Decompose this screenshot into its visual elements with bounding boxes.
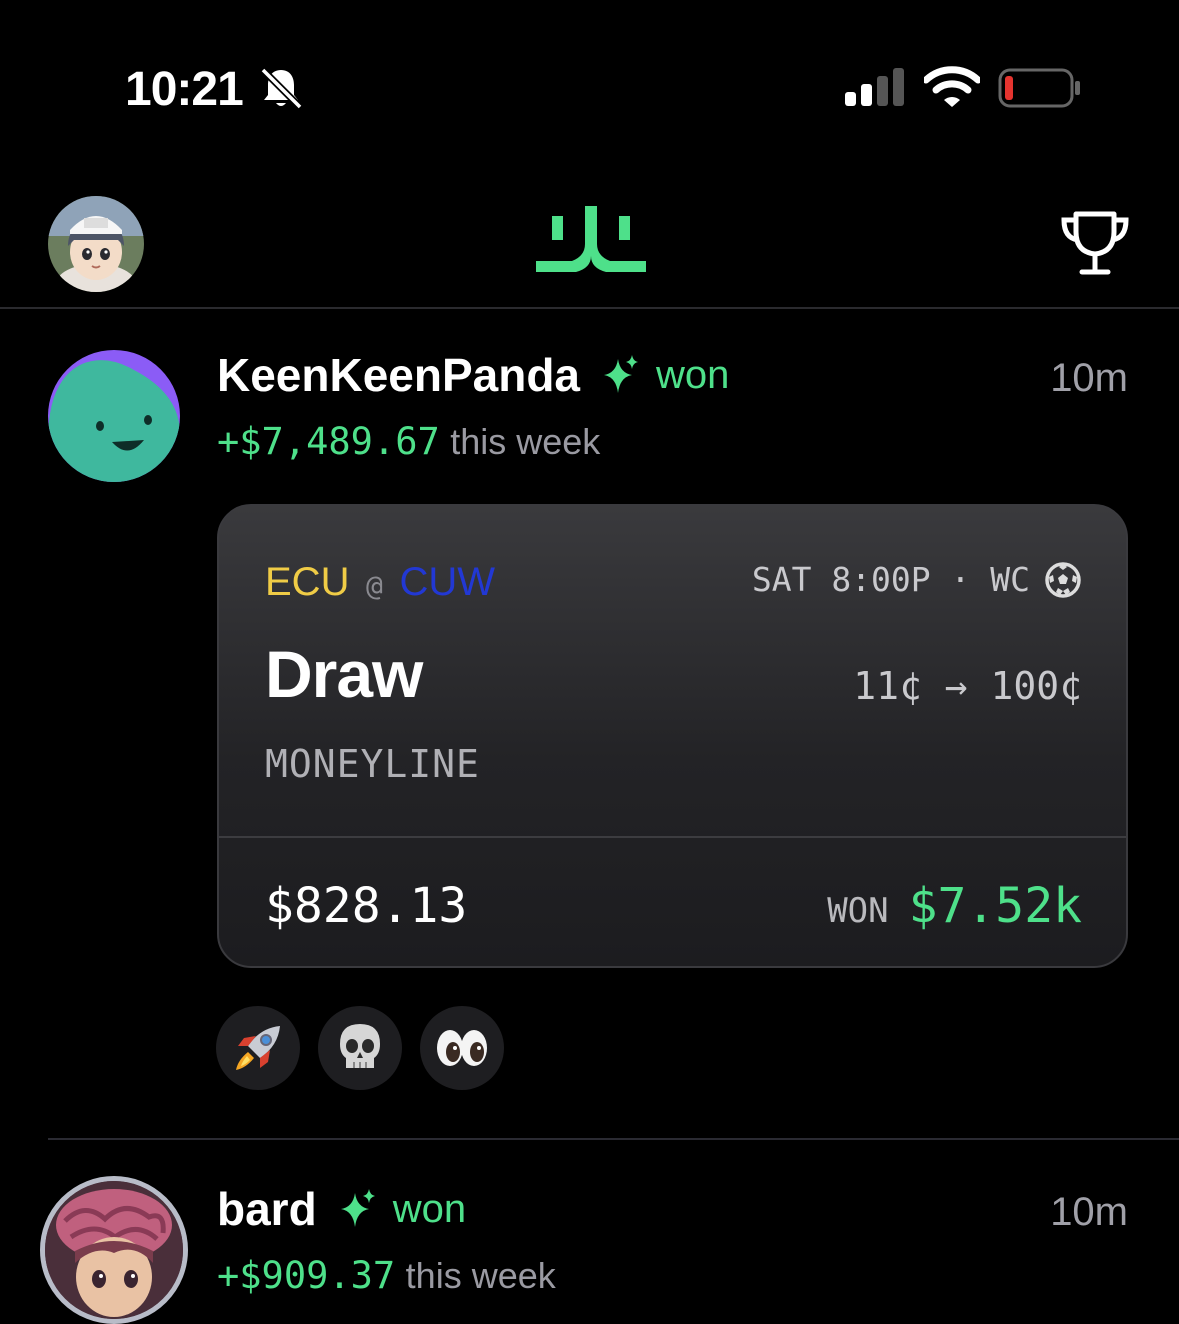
sparkle-icon (598, 353, 642, 397)
app-logo-icon[interactable] (536, 206, 646, 281)
bet-market: MONEYLINE (265, 742, 480, 786)
won-label: won (392, 1186, 467, 1231)
header-divider (0, 307, 1179, 309)
reaction-eyes[interactable] (420, 1006, 504, 1090)
pnl-amount: +$7,489.67 (217, 420, 440, 463)
time-ago: 10m (1050, 1190, 1128, 1234)
weekly-pnl: +$909.37 this week (217, 1254, 556, 1297)
schedule-text: SAT 8:00P · WC (751, 560, 1030, 599)
pnl-suffix: this week (450, 421, 601, 462)
soccer-ball-icon (1044, 561, 1082, 599)
sparkle-icon (335, 1187, 379, 1231)
game-schedule: SAT 8:00P · WC (752, 560, 1082, 599)
reaction-bar (216, 1006, 504, 1090)
reaction-skull[interactable] (318, 1006, 402, 1090)
bet-card[interactable]: ECU @ CUW SAT 8:00P · WC Draw 11¢ → 100¢… (217, 504, 1128, 968)
user-avatar[interactable] (40, 1176, 188, 1324)
feed-item-header: bard won (217, 1182, 466, 1236)
weekly-pnl: +$7,489.67 this week (217, 420, 600, 463)
result-label: WON (827, 891, 889, 931)
card-divider (219, 836, 1126, 838)
user-avatar[interactable] (48, 350, 180, 482)
bet-stake: $828.13 (265, 878, 468, 934)
matchup: ECU @ CUW (265, 560, 495, 605)
battery-low-icon (998, 68, 1084, 113)
username[interactable]: KeenKeenPanda (217, 348, 580, 402)
pnl-suffix: this week (405, 1255, 556, 1296)
feed-divider (48, 1138, 1179, 1140)
away-team: ECU (265, 560, 350, 604)
profile-avatar[interactable] (48, 196, 144, 292)
price-change: 11¢ → 100¢ (853, 664, 1082, 708)
bet-pick: Draw (265, 637, 423, 711)
trophy-icon[interactable] (1060, 210, 1130, 283)
cellular-signal-icon (845, 68, 905, 111)
bell-slash-icon (258, 65, 304, 116)
at-sign: @ (366, 569, 383, 602)
home-team: CUW (399, 560, 495, 604)
time-ago: 10m (1050, 356, 1128, 400)
feed-item-header: KeenKeenPanda won (217, 348, 729, 402)
username[interactable]: bard (217, 1182, 317, 1236)
won-label: won (656, 352, 730, 397)
pnl-amount: +$909.37 (217, 1254, 396, 1297)
bet-result: WON $7.52k (827, 878, 1082, 934)
wifi-icon (922, 66, 982, 113)
reaction-rocket[interactable] (216, 1006, 300, 1090)
result-amount: $7.52k (908, 878, 1082, 934)
status-time: 10:21 (125, 63, 244, 116)
